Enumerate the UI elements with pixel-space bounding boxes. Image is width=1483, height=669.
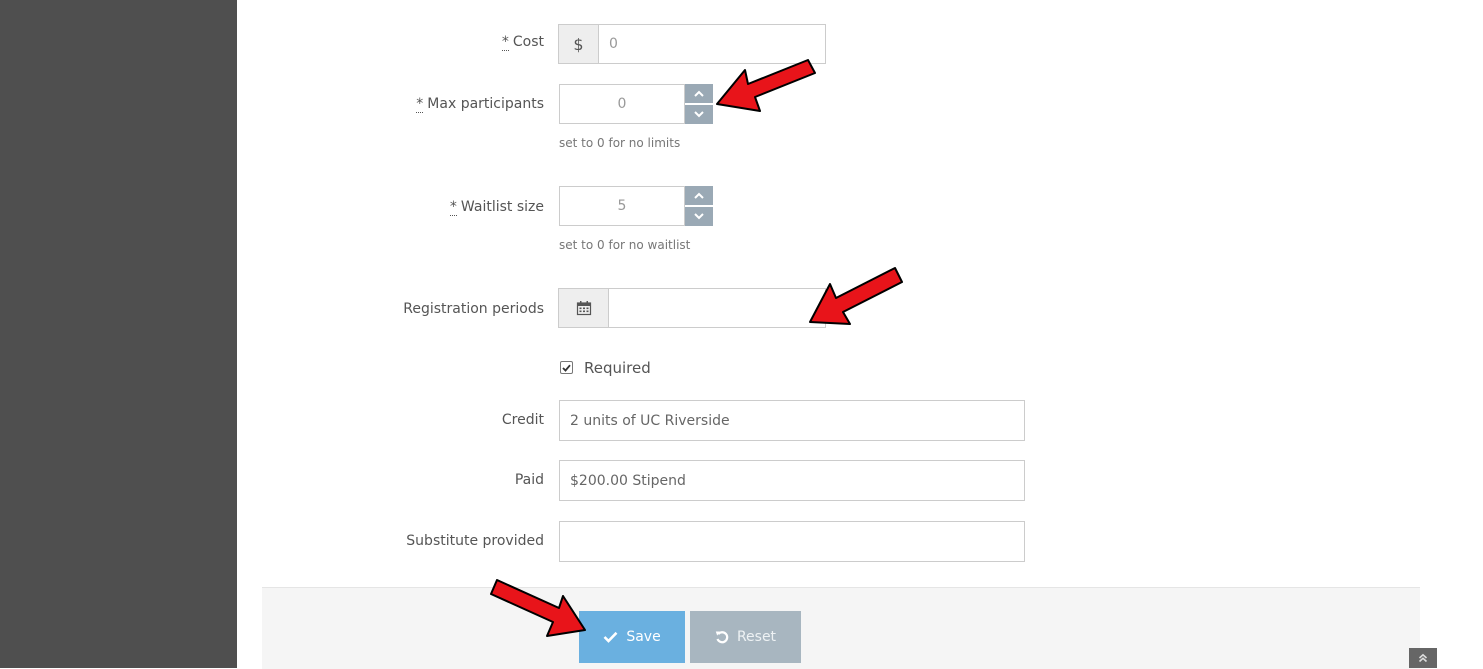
scroll-to-top-button[interactable] [1409,648,1437,668]
required-checkbox-label: Required [584,359,651,377]
max-participants-input[interactable]: 0 [559,84,685,124]
max-participants-help: set to 0 for no limits [559,136,681,150]
reset-button-label: Reset [736,629,777,645]
substitute-provided-input[interactable] [559,521,1025,562]
check-icon [562,364,571,372]
paid-input[interactable]: $200.00 Stipend [559,460,1025,501]
cost-label: * Cost [501,34,544,51]
waitlist-size-decrement-button[interactable] [685,207,713,226]
credit-input[interactable]: 2 units of UC Riverside [559,400,1025,441]
form-actions-bar [262,587,1420,669]
registration-periods-label: Registration periods [403,301,544,317]
chevron-up-icon [694,192,704,199]
substitute-provided-label: Substitute provided [406,533,544,549]
paid-label: Paid [514,472,544,488]
credit-label: Credit [501,412,544,428]
save-button-label: Save [626,629,661,645]
reset-button[interactable]: Reset [690,611,801,663]
annotation-arrow [809,267,903,325]
double-chevron-up-icon [1418,653,1428,663]
chevron-down-icon [694,213,704,220]
currency-addon: $ [558,24,599,64]
waitlist-size-label: * Waitlist size [449,199,544,216]
max-participants-label: * Max participants [416,96,544,113]
waitlist-size-help: set to 0 for no waitlist [559,238,691,252]
chevron-up-icon [694,90,704,97]
registration-periods-input[interactable] [608,288,826,328]
required-mark: * [449,199,457,216]
required-checkbox[interactable] [560,361,573,374]
waitlist-size-increment-button[interactable] [685,186,713,205]
sidebar [0,0,237,668]
chevron-down-icon [694,111,704,118]
check-icon [603,631,618,643]
annotation-arrow [716,59,816,112]
required-mark: * [501,34,509,51]
calendar-icon [576,301,591,316]
undo-icon [715,631,729,644]
waitlist-size-input[interactable]: 5 [559,186,685,226]
dollar-icon: $ [573,34,584,54]
calendar-addon[interactable] [558,288,609,328]
annotation-arrow [490,579,586,637]
required-mark: * [416,96,424,113]
